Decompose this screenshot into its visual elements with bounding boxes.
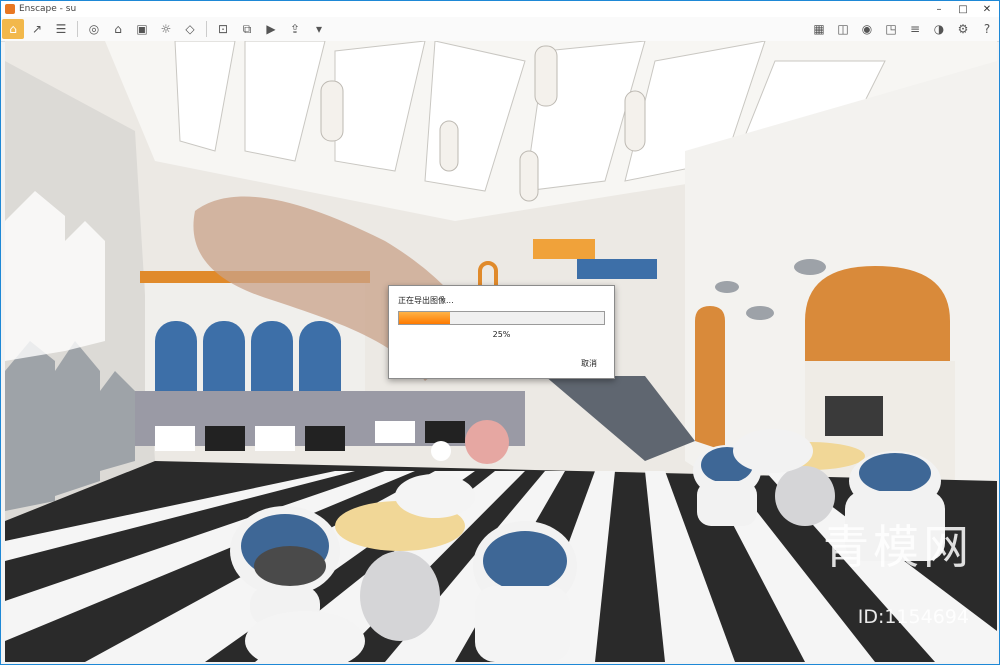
- dropdown-icon[interactable]: ▾: [308, 19, 330, 39]
- video-icon[interactable]: ▶: [260, 19, 282, 39]
- clip-icon[interactable]: ◇: [179, 19, 201, 39]
- progress-fill: [399, 312, 451, 324]
- watermark-brand: 青模网: [823, 520, 973, 574]
- views-icon[interactable]: ≡: [904, 19, 926, 39]
- toolbar: ⌂ ↗ ☰ ◎ ⌂ ▣ ☼ ◇ ⊡ ⧉ ▶ ⇪ ▾ ▦ ◫ ◉ ◳ ≡ ◑ ⚙ …: [1, 17, 999, 42]
- building-icon[interactable]: ⌂: [107, 19, 129, 39]
- watermark-id: ID:1154694: [857, 606, 969, 628]
- app-window: Enscape - su – □ ✕ ⌂ ↗ ☰ ◎ ⌂ ▣ ☼ ◇ ⊡ ⧉ ▶…: [0, 0, 1000, 665]
- sun-icon[interactable]: ☼: [155, 19, 177, 39]
- export-icon[interactable]: ⇪: [284, 19, 306, 39]
- help-icon[interactable]: ?: [976, 19, 998, 39]
- maximize-icon[interactable]: □: [951, 1, 975, 17]
- window-title: Enscape - su: [19, 4, 77, 14]
- materials-icon[interactable]: ◫: [832, 19, 854, 39]
- camera-icon[interactable]: ◳: [880, 19, 902, 39]
- view-icon[interactable]: ▣: [131, 19, 153, 39]
- title-bar: Enscape - su – □ ✕: [1, 1, 999, 17]
- minimize-icon[interactable]: –: [927, 1, 951, 17]
- settings-gear-icon[interactable]: ⚙: [952, 19, 974, 39]
- home-icon[interactable]: ⌂: [2, 19, 24, 39]
- gamepad-icon[interactable]: ◎: [83, 19, 105, 39]
- close-icon[interactable]: ✕: [975, 1, 999, 17]
- vr-icon[interactable]: ◉: [856, 19, 878, 39]
- assets-icon[interactable]: ▦: [808, 19, 830, 39]
- cancel-button[interactable]: 取消: [581, 358, 597, 369]
- progress-percent: 25%: [492, 330, 511, 339]
- screenshot-icon[interactable]: ⊡: [212, 19, 234, 39]
- batch-render-icon[interactable]: ⧉: [236, 19, 258, 39]
- walk-icon[interactable]: ↗: [26, 19, 48, 39]
- enscape-logo-icon: [5, 4, 15, 14]
- settings-icon[interactable]: ☰: [50, 19, 72, 39]
- visibility-icon[interactable]: ◑: [928, 19, 950, 39]
- export-status-label: 正在导出图像...: [398, 296, 454, 305]
- export-progress-bar: [398, 311, 605, 325]
- export-progress-dialog: 正在导出图像... 25% 取消: [388, 285, 615, 379]
